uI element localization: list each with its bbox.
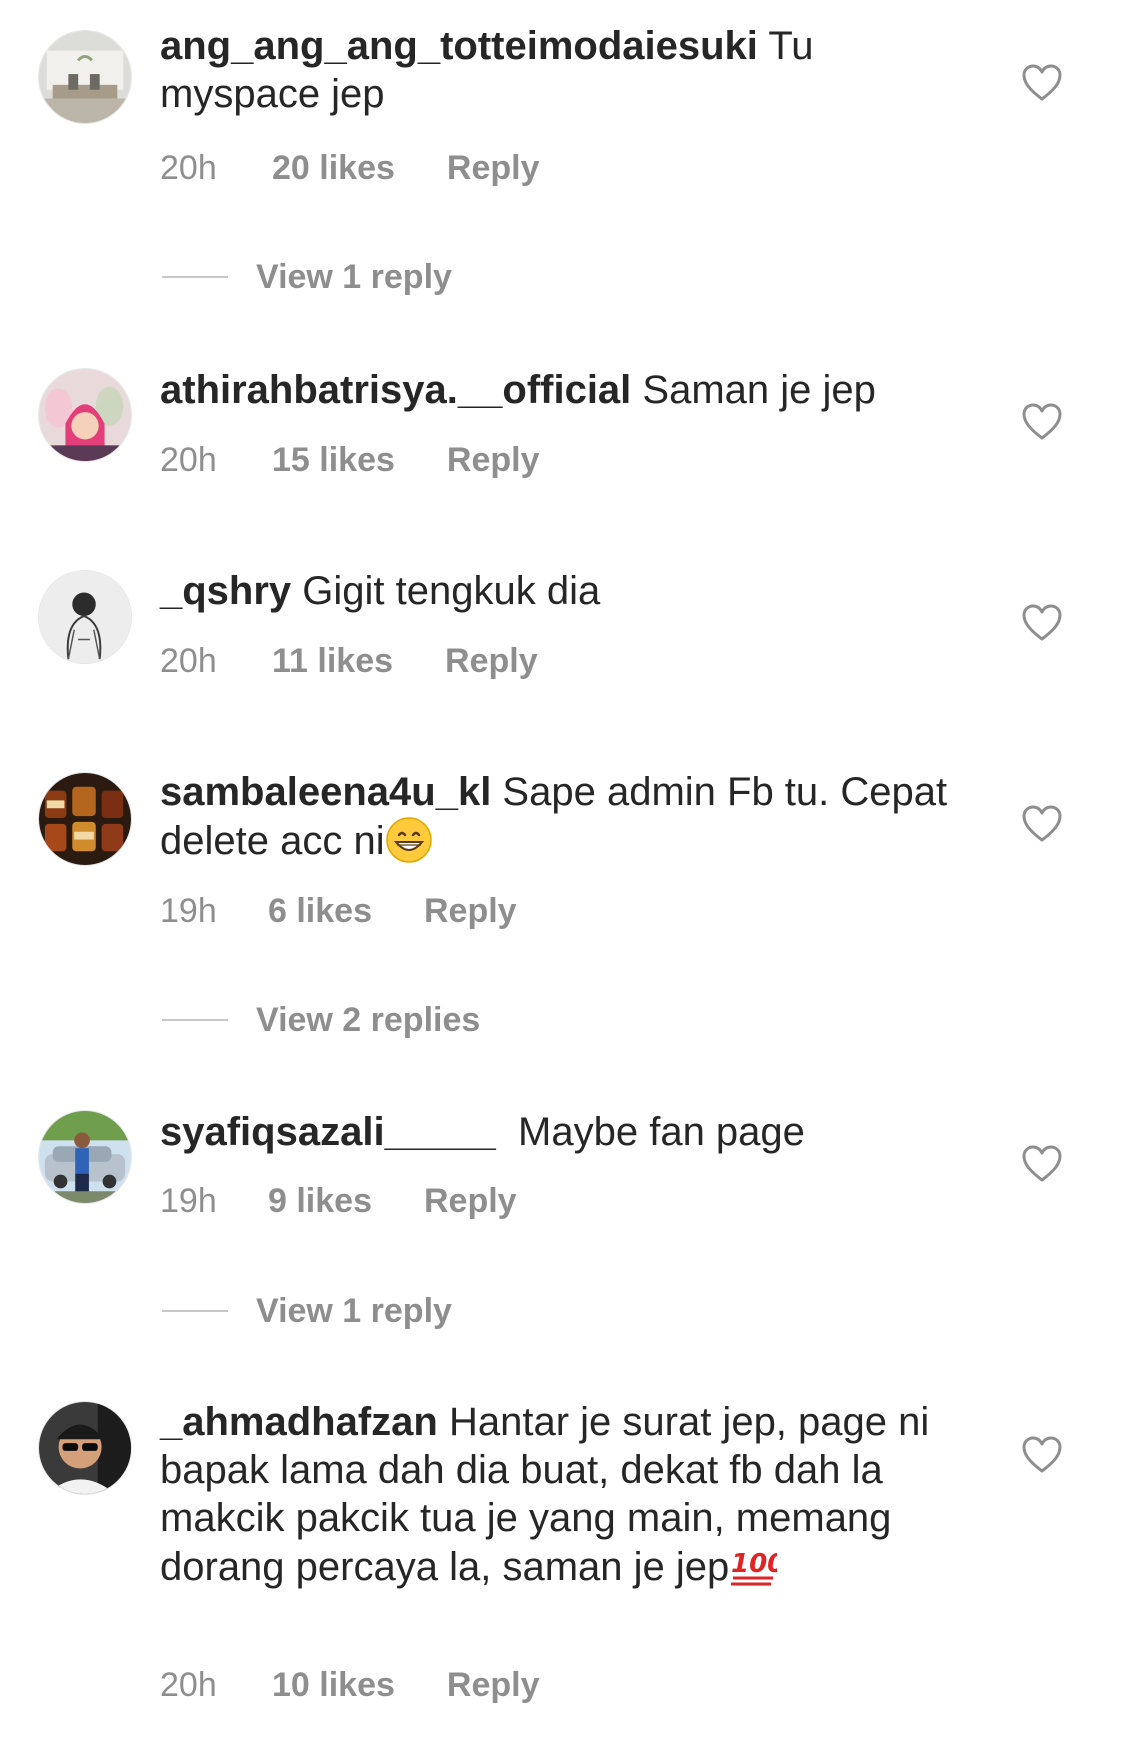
comment-username[interactable]: _qshry	[160, 569, 291, 613]
comment-likes[interactable]: 15 likes	[272, 440, 395, 480]
comment-time: 19h	[160, 1182, 217, 1220]
comment-body: sambaleena4u_kl Sape admin Fb tu. Cepat …	[160, 768, 960, 865]
view-replies-button[interactable]: View 1 reply	[162, 1291, 452, 1331]
heart-icon[interactable]	[1022, 805, 1062, 843]
comment-time: 20h	[160, 149, 217, 187]
comment-meta: 19h 9 likes Reply	[160, 1181, 517, 1221]
avatar[interactable]	[38, 1401, 132, 1495]
comment-username[interactable]: ang_ang_ang_totteimodaiesuki	[160, 24, 758, 68]
reply-button[interactable]: Reply	[424, 891, 517, 931]
comment-likes[interactable]: 10 likes	[272, 1665, 395, 1705]
hundred-points-emoji: 100	[729, 1542, 777, 1590]
reply-button[interactable]: Reply	[445, 641, 538, 681]
heart-icon[interactable]	[1022, 64, 1062, 102]
comment-body: syafiqsazali_____ Maybe fan page	[160, 1108, 960, 1156]
comment-time: 20h	[160, 1666, 217, 1704]
comment-time: 20h	[160, 642, 217, 680]
view-replies-label: View 1 reply	[256, 257, 452, 296]
reply-button[interactable]: Reply	[447, 1665, 540, 1705]
comment-time: 19h	[160, 892, 217, 930]
replies-divider-line	[162, 276, 228, 278]
avatar[interactable]	[38, 570, 132, 664]
comment-meta: 19h 6 likes Reply	[160, 891, 517, 931]
comment-likes[interactable]: 20 likes	[272, 148, 395, 188]
replies-divider-line	[162, 1310, 228, 1312]
grinning-face-emoji	[385, 816, 433, 864]
avatar[interactable]	[38, 30, 132, 124]
view-replies-label: View 2 replies	[256, 1000, 481, 1039]
comment-text: Saman je jep	[631, 368, 876, 412]
comment-username[interactable]: athirahbatrisya.__official	[160, 368, 631, 412]
avatar[interactable]	[38, 772, 132, 866]
avatar[interactable]	[38, 1110, 132, 1204]
comment-likes[interactable]: 9 likes	[268, 1181, 372, 1221]
comment-text: Maybe fan page	[495, 1110, 805, 1154]
svg-text:100: 100	[731, 1549, 777, 1579]
view-replies-button[interactable]: View 2 replies	[162, 1000, 480, 1040]
comment-username[interactable]: _ahmadhafzan	[160, 1400, 438, 1444]
reply-button[interactable]: Reply	[447, 148, 540, 188]
comment-time: 20h	[160, 441, 217, 479]
comment-meta: 20h 20 likes Reply	[160, 148, 539, 188]
heart-icon[interactable]	[1022, 604, 1062, 642]
view-replies-button[interactable]: View 1 reply	[162, 257, 452, 297]
comment-username[interactable]: sambaleena4u_kl	[160, 770, 491, 814]
comment-meta: 20h 15 likes Reply	[160, 440, 539, 480]
comment-body: _ahmadhafzan Hantar je surat jep, page n…	[160, 1398, 960, 1591]
heart-icon[interactable]	[1022, 403, 1062, 441]
avatar[interactable]	[38, 368, 132, 462]
comment-meta: 20h 11 likes Reply	[160, 641, 538, 681]
comment-username[interactable]: syafiqsazali_____	[160, 1110, 496, 1154]
replies-divider-line	[162, 1019, 228, 1021]
reply-button[interactable]: Reply	[424, 1181, 517, 1221]
comment-body: athirahbatrisya.__official Saman je jep	[160, 366, 960, 414]
comment-likes[interactable]: 6 likes	[268, 891, 372, 931]
comment-likes[interactable]: 11 likes	[272, 641, 393, 681]
view-replies-label: View 1 reply	[256, 1291, 452, 1330]
heart-icon[interactable]	[1022, 1436, 1062, 1474]
comment-meta: 20h 10 likes Reply	[160, 1665, 539, 1705]
comment-body: _qshry Gigit tengkuk dia	[160, 567, 960, 615]
comment-text: Gigit tengkuk dia	[291, 569, 601, 613]
heart-icon[interactable]	[1022, 1145, 1062, 1183]
comment-body: ang_ang_ang_totteimodaiesuki Tu myspace …	[160, 22, 960, 118]
reply-button[interactable]: Reply	[447, 440, 540, 480]
